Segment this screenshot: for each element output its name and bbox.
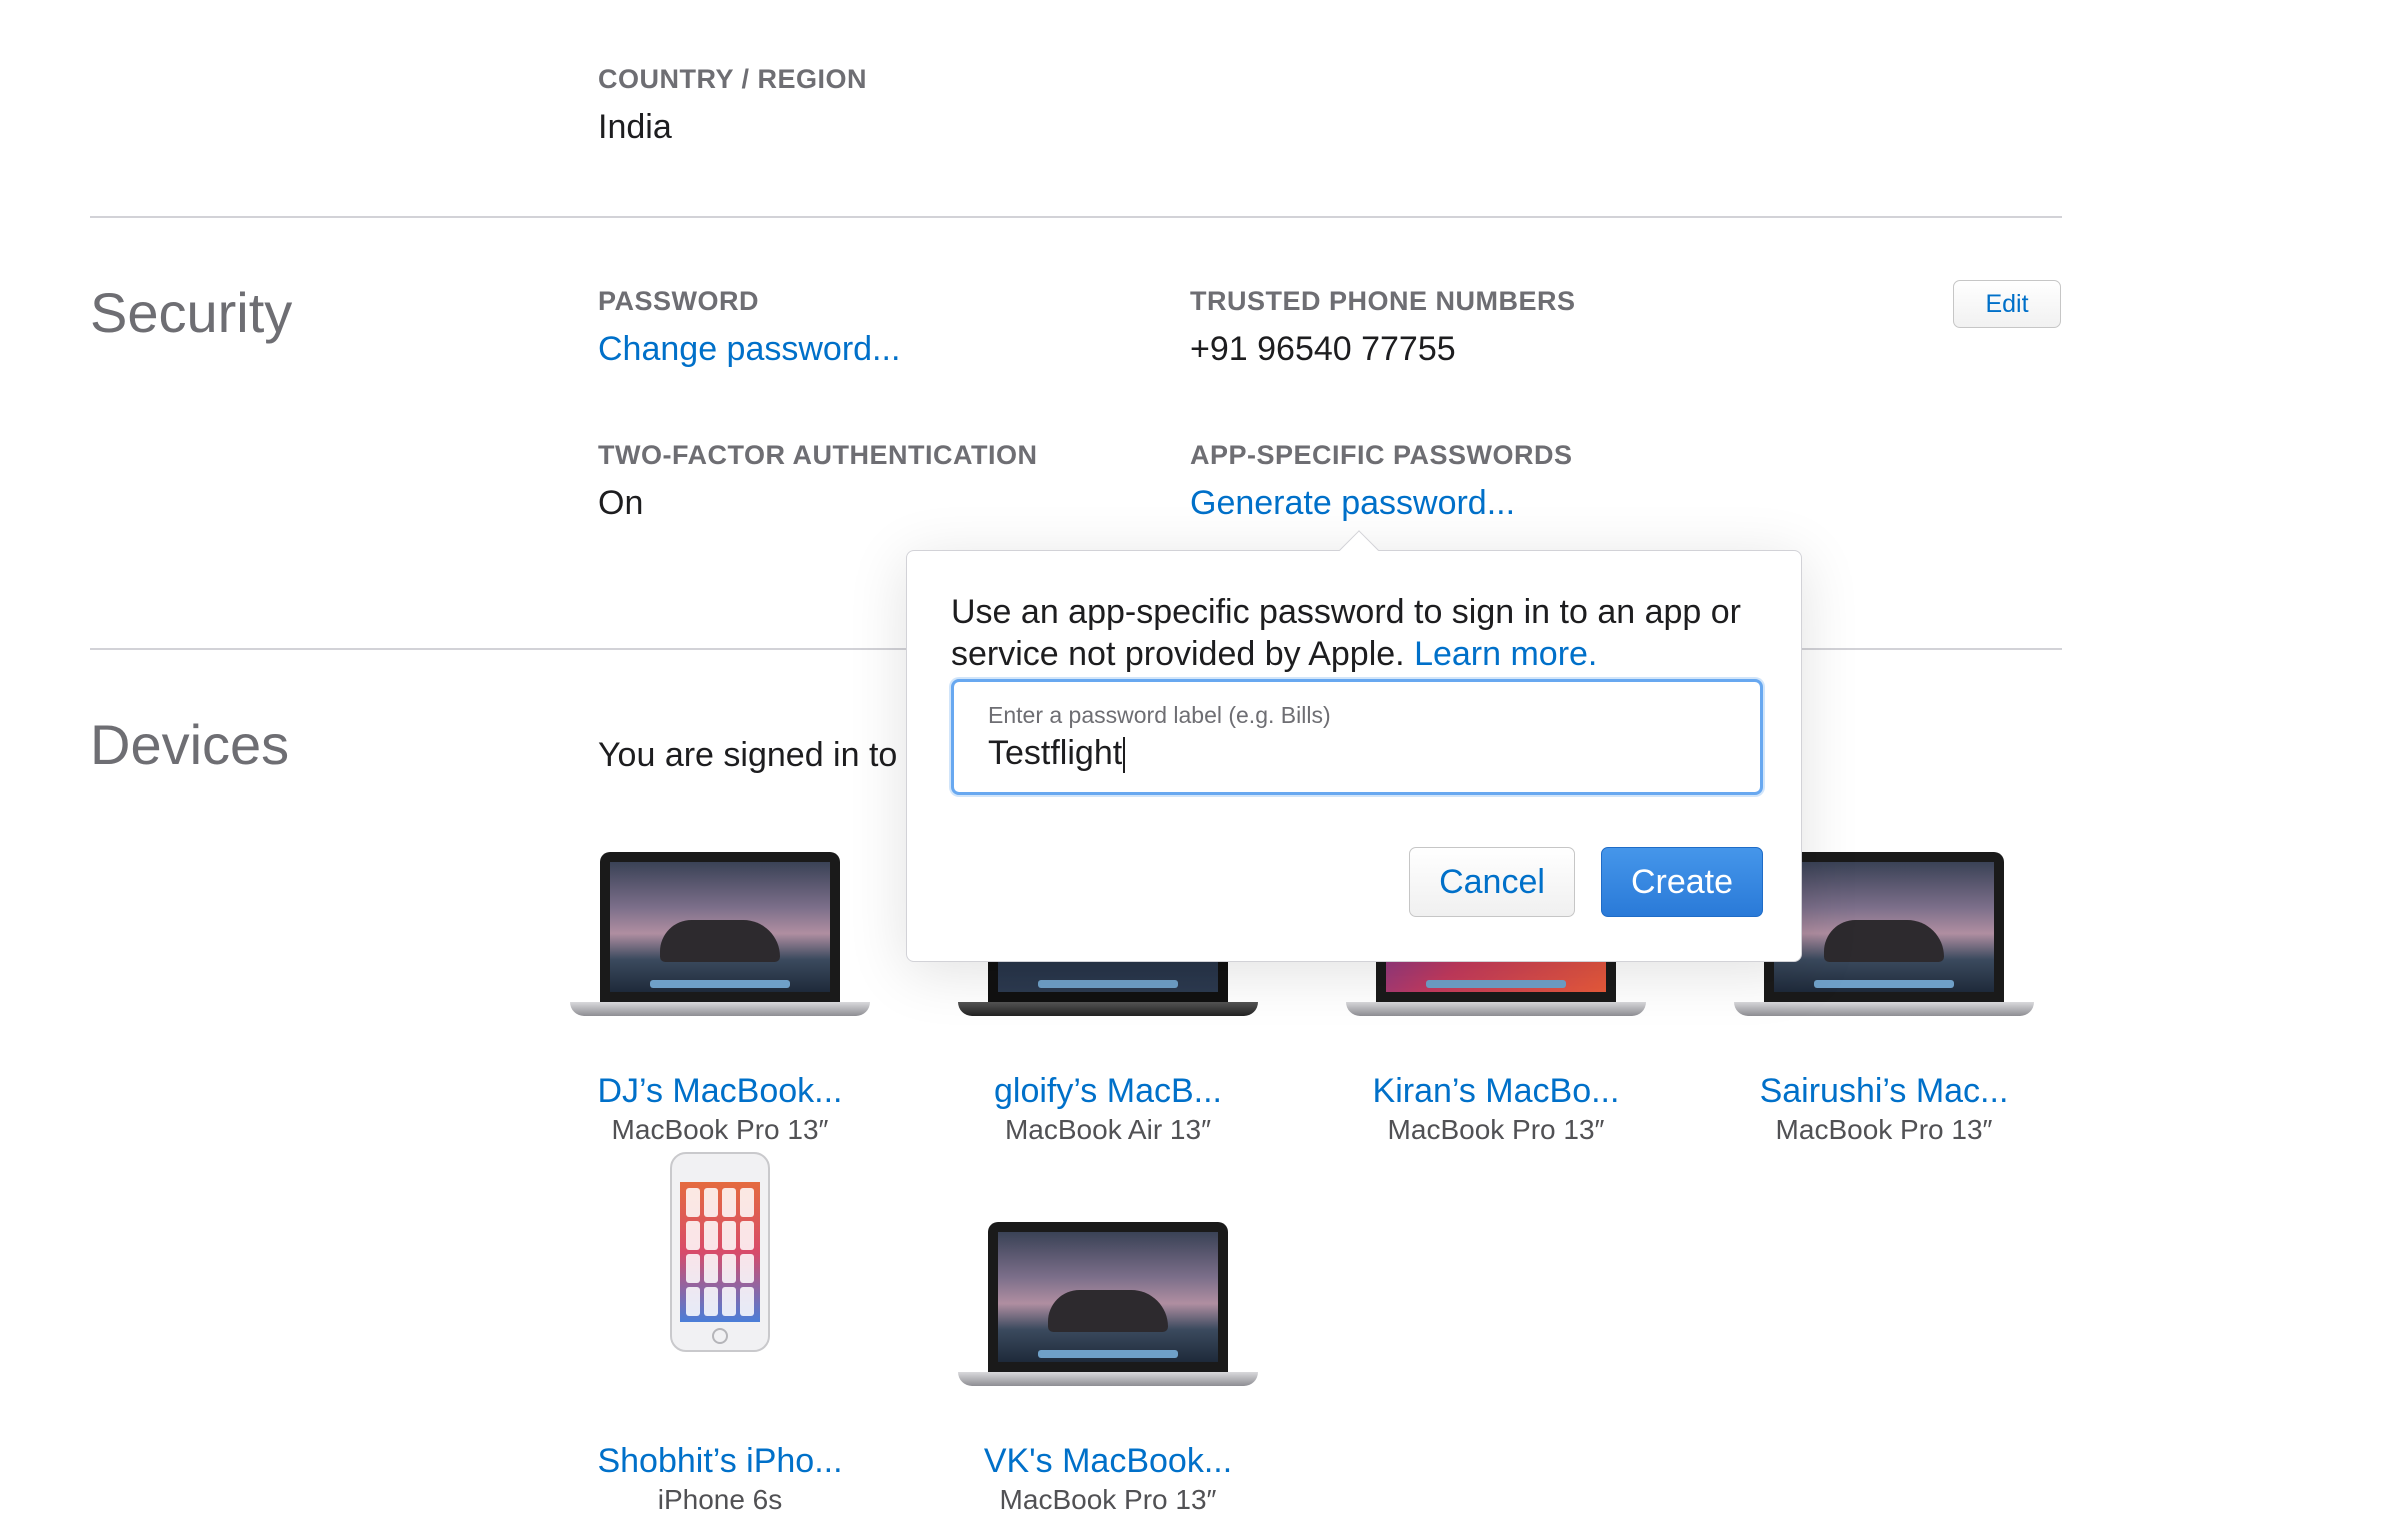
app-specific-password-popover: Use an app-specific password to sign in … [906,530,1802,962]
device-name-link[interactable]: Kiran’s MacBo... [1346,1072,1646,1111]
apple-id-account-page: COUNTRY / REGION India Security PASSWORD… [0,0,2404,1524]
devices-intro-text: You are signed in to t [598,736,917,774]
cancel-button[interactable]: Cancel [1409,847,1575,917]
password-label-value: Testflight [988,734,1126,774]
phone-icon [570,1152,870,1422]
device-model: MacBook Pro 13″ [1775,1114,1993,1145]
device-model: MacBook Air 13″ [1004,1114,1211,1145]
device-model: MacBook Pro 13″ [1387,1114,1605,1145]
create-button[interactable]: Create [1601,847,1763,917]
popover-message: Use an app-specific password to sign in … [951,591,1771,675]
country-region-value: India [598,108,672,146]
text-caret [1123,737,1126,774]
device-name-link[interactable]: Shobhit’s iPho... [570,1442,870,1481]
country-region-label: COUNTRY / REGION [598,64,868,94]
password-label: PASSWORD [598,286,760,316]
device-name-link[interactable]: DJ’s MacBook... [570,1072,870,1111]
device-model: iPhone 6s [657,1484,783,1515]
trusted-phone-numbers-label: TRUSTED PHONE NUMBERS [1190,286,1576,316]
device-model: MacBook Pro 13″ [611,1114,829,1145]
generate-password-link[interactable]: Generate password... [1190,484,1515,523]
change-password-link[interactable]: Change password... [598,330,900,369]
section-divider [90,216,2062,218]
password-label-placeholder: Enter a password label (e.g. Bills) [988,702,1331,728]
device-item[interactable]: DJ’s MacBook... MacBook Pro 13″ [570,852,870,1145]
password-label-input[interactable]: Enter a password label (e.g. Bills) Test… [951,679,1763,795]
password-label-text: Testflight [988,734,1123,772]
two-factor-value: On [598,484,644,522]
device-name-link[interactable]: gloify’s MacB... [958,1072,1258,1111]
two-factor-label: TWO-FACTOR AUTHENTICATION [598,440,1038,470]
device-item[interactable]: VK's MacBook... MacBook Pro 13″ [958,1222,1258,1515]
device-name-link[interactable]: VK's MacBook... [958,1442,1258,1481]
laptop-icon [958,1222,1258,1422]
device-model: MacBook Pro 13″ [999,1484,1217,1515]
trusted-phone-number-value: +91 96540 77755 [1190,330,1456,368]
security-section-title: Security [90,281,293,344]
devices-section-title: Devices [90,713,290,776]
popover-message-text: Use an app-specific password to sign in … [951,593,1742,673]
learn-more-link[interactable]: Learn more. [1414,635,1597,673]
app-specific-passwords-label: APP-SPECIFIC PASSWORDS [1190,440,1573,470]
device-item[interactable]: Shobhit’s iPho... iPhone 6s [570,1152,870,1515]
device-name-link[interactable]: Sairushi’s Mac... [1734,1072,2034,1111]
laptop-icon [570,852,870,1052]
edit-security-button[interactable]: Edit [1953,280,2061,328]
popover-arrow [1339,530,1379,570]
